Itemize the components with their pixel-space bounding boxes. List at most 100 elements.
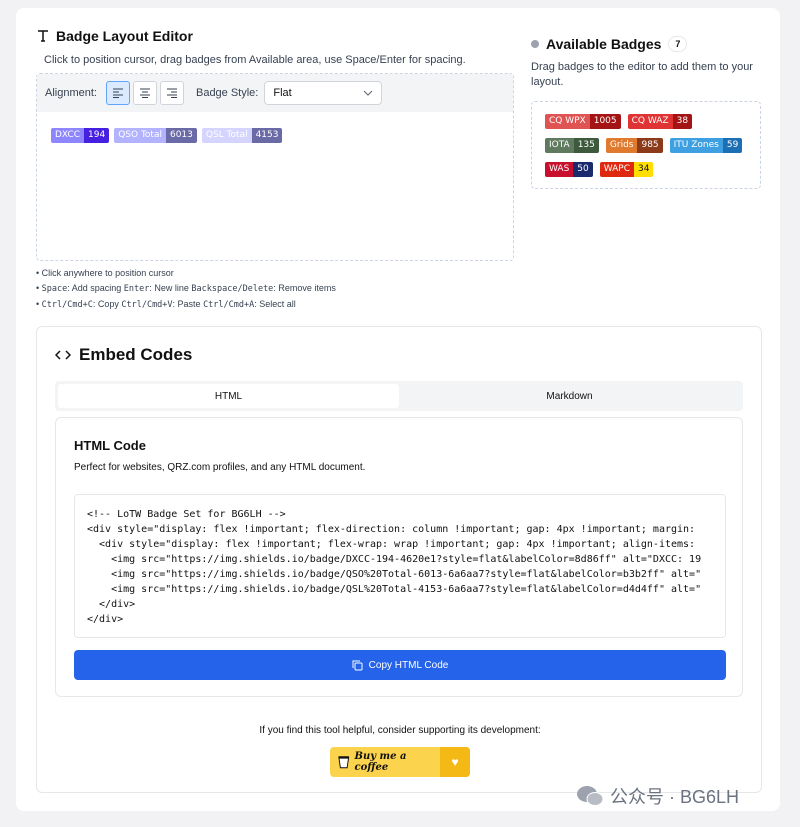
hint-text: : Copy	[92, 299, 122, 309]
editor-badge-row: DXCC 194 QSO Total 6013 QSL Total 4153	[51, 128, 283, 143]
editor-subtitle: Click to position cursor, drag badges fr…	[44, 54, 466, 66]
main-card: Badge Layout Editor Click to position cu…	[16, 8, 780, 811]
badge-label: WAS	[545, 162, 574, 177]
code-line: <img src="https://img.shields.io/badge/Q…	[87, 584, 702, 595]
editor-toolbar: Alignment: Badge Style: Flat	[37, 74, 513, 112]
code-line: <div style="display: flex !important; fl…	[87, 539, 696, 550]
editor-badge-qsl-total[interactable]: QSL Total 4153	[201, 128, 283, 143]
available-badge-was[interactable]: WAS 50	[545, 162, 593, 177]
keyboard-hints: • Click anywhere to position cursor • Sp…	[36, 266, 336, 313]
badge-label: Grids	[605, 138, 638, 153]
badge-label: WAPC	[599, 162, 635, 177]
available-count-badge: 7	[668, 36, 688, 52]
code-line: </div>	[87, 599, 136, 610]
badge-value: 34	[634, 162, 654, 177]
align-center-icon	[139, 88, 150, 98]
embed-tabs: HTML Markdown	[55, 381, 743, 411]
badge-value: 135	[573, 138, 599, 153]
status-dot-icon	[531, 40, 539, 48]
hint-key: Ctrl/Cmd+V	[121, 300, 173, 310]
hint-key: Ctrl/Cmd+C	[41, 300, 93, 310]
coffee-cup-icon	[338, 756, 350, 769]
hint-text: : Paste	[172, 299, 204, 309]
hint-key: Backspace/Delete	[191, 284, 274, 294]
align-right-icon	[166, 88, 177, 98]
badge-value: 1005	[589, 114, 621, 129]
badge-editor-area[interactable]: Alignment: Badge Style: Flat DXCC 194 QSO…	[36, 73, 514, 261]
chevron-down-icon	[363, 90, 373, 96]
coffee-main: Buy me a coffee	[330, 751, 440, 773]
align-right-button[interactable]	[159, 81, 184, 105]
code-line: <div style="display: flex !important; fl…	[87, 524, 696, 535]
hint-key: Enter	[123, 284, 150, 294]
available-header: Available Badges 7	[531, 36, 688, 52]
buy-me-a-coffee-button[interactable]: Buy me a coffee ♥	[330, 747, 470, 777]
copy-button-label: Copy HTML Code	[368, 659, 449, 671]
code-icon	[55, 350, 71, 360]
badge-value: 6013	[165, 128, 197, 143]
badge-value: 38	[672, 114, 693, 129]
hint-text: : New line	[149, 283, 192, 293]
badge-label: IOTA	[545, 138, 574, 153]
code-line: </div>	[87, 614, 124, 625]
code-line: <img src="https://img.shields.io/badge/D…	[87, 554, 702, 565]
code-description: Perfect for websites, QRZ.com profiles, …	[74, 462, 366, 473]
copy-icon	[352, 660, 363, 670]
hint-key: Ctrl/Cmd+A	[203, 300, 255, 310]
hint-line: • Click anywhere to position cursor	[36, 268, 174, 278]
available-badge-wapc[interactable]: WAPC 34	[599, 162, 654, 177]
code-line: <!-- LoTW Badge Set for BG6LH -->	[87, 509, 286, 520]
badge-value: 194	[84, 128, 110, 143]
available-badge-itu-zones[interactable]: ITU Zones 59	[669, 138, 743, 153]
hint-key: Space	[41, 284, 68, 294]
align-center-button[interactable]	[132, 81, 157, 105]
badge-value: 50	[573, 162, 593, 177]
badge-style-select[interactable]: Flat	[264, 81, 383, 105]
badge-label: QSO Total	[114, 128, 166, 143]
available-subtitle: Drag badges to the editor to add them to…	[531, 61, 753, 88]
embed-header: Embed Codes	[55, 345, 192, 365]
hint-line: • Ctrl/Cmd+C: Copy Ctrl/Cmd+V: Paste Ctr…	[36, 297, 336, 313]
wechat-icon	[577, 786, 604, 806]
badge-style-value: Flat	[273, 87, 292, 99]
html-code-panel: HTML Code Perfect for websites, QRZ.com …	[55, 417, 743, 697]
watermark-text: 公众号 · BG6LH	[610, 787, 740, 807]
hint-text: : Add spacing	[67, 283, 124, 293]
editor-badge-qso-total[interactable]: QSO Total 6013	[114, 128, 197, 143]
code-line: <img src="https://img.shields.io/badge/Q…	[87, 569, 702, 580]
align-left-icon	[112, 88, 123, 98]
coffee-label: Buy me a coffee	[354, 751, 407, 773]
badge-value: 4153	[251, 128, 283, 143]
editor-header: Badge Layout Editor	[36, 28, 193, 44]
badge-label: QSL Total	[201, 128, 252, 143]
editor-badge-dxcc[interactable]: DXCC 194	[51, 128, 110, 143]
available-badge-list: CQ WPX 1005 CQ WAZ 38 IOTA 135 Grids 985 ITU…	[545, 114, 751, 177]
available-badge-iota[interactable]: IOTA 135	[545, 138, 599, 153]
hint-text: : Remove items	[273, 283, 336, 293]
tab-html[interactable]: HTML	[58, 384, 399, 408]
hint-text: : Select all	[254, 299, 296, 309]
code-title: HTML Code	[74, 438, 146, 453]
code-block[interactable]: <!-- LoTW Badge Set for BG6LH --> <div s…	[74, 494, 726, 638]
hint-line: • Space: Add spacing Enter: New line Bac…	[36, 281, 336, 297]
available-badge-cq-wpx[interactable]: CQ WPX 1005	[545, 114, 621, 129]
align-left-button[interactable]	[105, 81, 130, 105]
editor-title: Badge Layout Editor	[56, 28, 193, 44]
embed-codes-card: Embed Codes HTML Markdown HTML Code Perf…	[36, 326, 762, 793]
badge-value: 985	[637, 138, 663, 153]
available-badge-grids[interactable]: Grids 985	[605, 138, 663, 153]
watermark: 公众号 · BG6LH	[576, 783, 739, 809]
available-badge-cq-waz[interactable]: CQ WAZ 38	[627, 114, 693, 129]
text-icon	[38, 30, 48, 42]
badge-style-label: Badge Style:	[195, 87, 259, 99]
badge-label: CQ WPX	[545, 114, 590, 129]
tab-markdown[interactable]: Markdown	[399, 384, 740, 408]
available-badges-area: CQ WPX 1005 CQ WAZ 38 IOTA 135 Grids 985 ITU…	[531, 101, 761, 189]
badge-value: 59	[722, 138, 743, 153]
copy-html-code-button[interactable]: Copy HTML Code	[74, 650, 726, 680]
alignment-label: Alignment:	[45, 87, 97, 99]
support-text: If you find this tool helpful, consider …	[259, 725, 541, 736]
heart-icon: ♥	[440, 747, 470, 777]
badge-label: ITU Zones	[669, 138, 723, 153]
embed-title: Embed Codes	[79, 345, 193, 364]
